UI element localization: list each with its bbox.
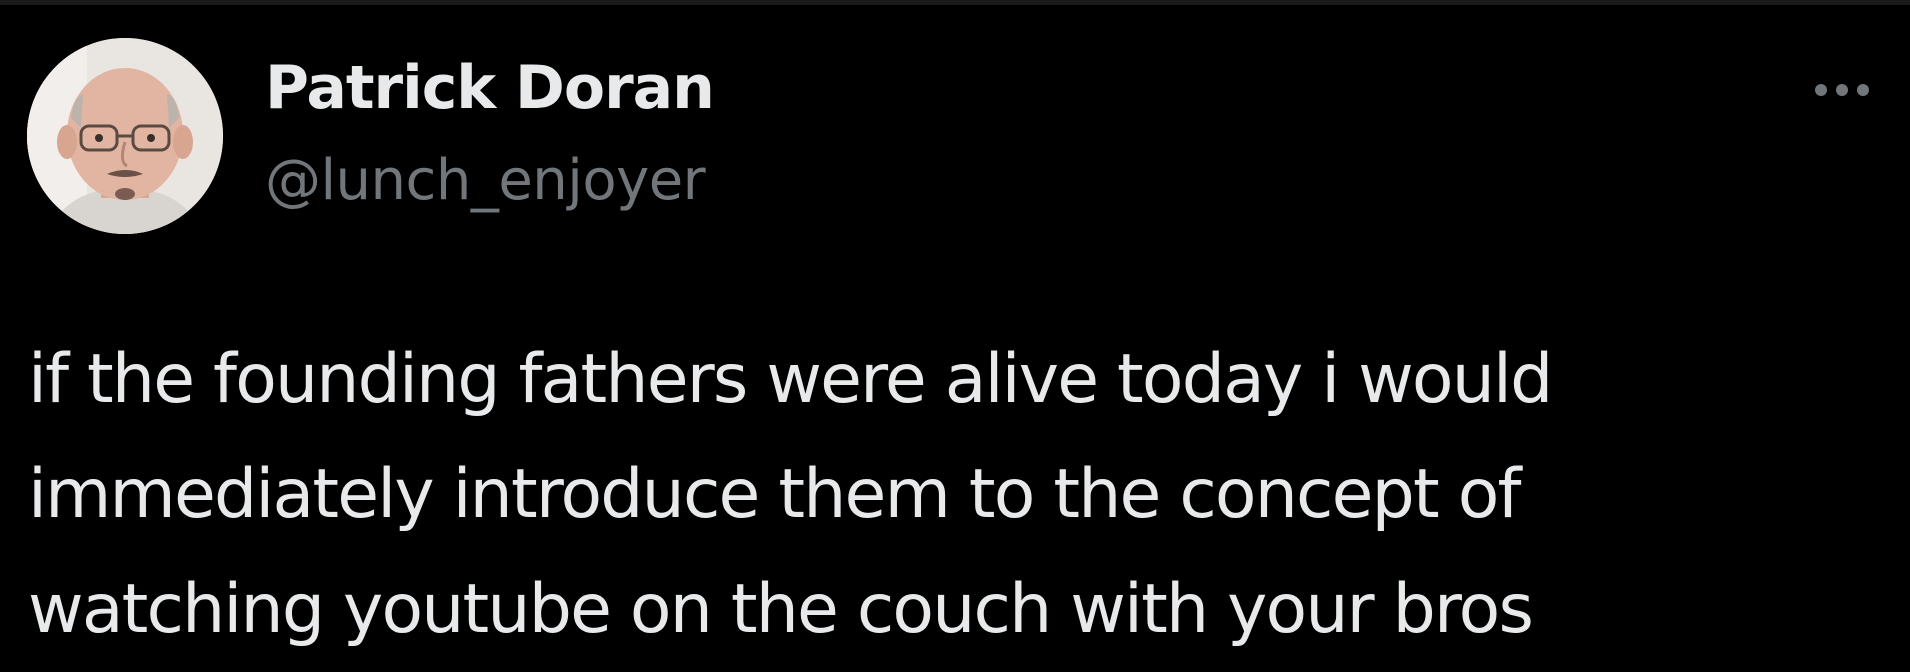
top-divider: [0, 0, 1910, 5]
avatar-photo: [27, 38, 223, 234]
author-handle[interactable]: @lunch_enjoyer: [265, 146, 706, 216]
more-horizontal-icon: [1815, 84, 1827, 96]
avatar[interactable]: [27, 38, 223, 234]
more-options-button[interactable]: [1800, 70, 1884, 110]
tweet-text-line: immediately introduce them to the concep…: [28, 455, 1521, 534]
tweet-text-line: watching youtube on the couch with your …: [28, 570, 1534, 649]
more-horizontal-icon: [1836, 84, 1848, 96]
tweet-card: Patrick Doran @lunch_enjoyer if the foun…: [0, 0, 1910, 672]
tweet-text-line: if the founding fathers were alive today…: [28, 340, 1553, 419]
author-display-name[interactable]: Patrick Doran: [265, 50, 715, 126]
more-horizontal-icon: [1857, 84, 1869, 96]
tweet-text: if the founding fathers were alive today…: [28, 322, 1888, 667]
